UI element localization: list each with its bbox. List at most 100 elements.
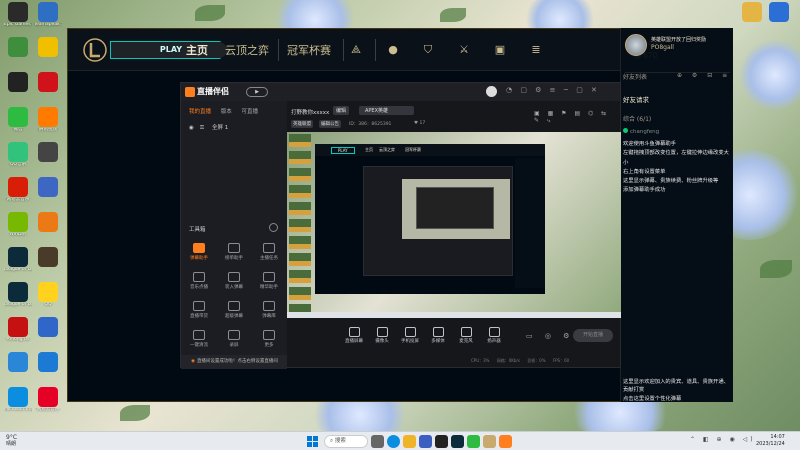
bottom-tool-button[interactable]: 麦克风 xyxy=(451,327,481,344)
tool-button[interactable]: 录屏 xyxy=(219,330,249,348)
desktop-icon[interactable]: 微信 xyxy=(4,107,32,133)
tool-button[interactable]: 超级弹幕 xyxy=(219,301,249,319)
user-avatar[interactable] xyxy=(486,86,497,97)
desktop-icon[interactable] xyxy=(34,247,62,268)
desktop-icon[interactable]: Among Us xyxy=(4,317,32,343)
clock[interactable]: 14:07 2023/12/24 xyxy=(756,434,785,447)
bottom-tool-button[interactable]: 手机投屏 xyxy=(395,327,425,344)
tool-button[interactable]: 弹幕助手 xyxy=(184,243,214,261)
play-button[interactable]: PLAY xyxy=(110,41,232,59)
window-controls[interactable]: ◔ ▢ ⚙ ≡ ─ ▢ ✕ xyxy=(506,86,600,94)
lol-taskbar-icon[interactable] xyxy=(451,435,464,448)
friend-name[interactable]: changfeng xyxy=(623,128,659,135)
profile-icon[interactable]: ● xyxy=(385,42,401,58)
desktop-icon[interactable]: 网易云音乐 xyxy=(4,177,32,203)
bottom-tool-button[interactable]: 摄像头 xyxy=(367,327,397,344)
tab-version[interactable]: 版本 xyxy=(221,109,232,115)
tool-button[interactable]: 音乐点播 xyxy=(184,272,214,290)
bottom-tool-button[interactable]: 扬声器 xyxy=(479,327,509,344)
extra-controls[interactable]: ▭ ◎ ⚙ xyxy=(526,332,574,340)
lock-icon[interactable]: ⚿ xyxy=(200,125,204,131)
tool-button[interactable]: 弹幕库 xyxy=(254,301,284,319)
tab-clash[interactable]: 冠军杯赛 xyxy=(287,42,331,58)
wechat-icon[interactable] xyxy=(467,435,480,448)
avatar[interactable] xyxy=(625,34,647,56)
edit-title-button[interactable]: 编辑 xyxy=(333,106,350,115)
tool-button[interactable]: 一键清流 xyxy=(184,330,214,348)
room-category[interactable]: 英雄联盟 xyxy=(291,120,313,128)
explorer-icon[interactable] xyxy=(403,435,416,448)
stream-preview[interactable]: PLAY 主页 云顶之弈 冠军杯赛 xyxy=(287,132,621,318)
desktop-icon[interactable]: QQ xyxy=(34,282,62,308)
stream-title[interactable]: 打野教你xxxxx xyxy=(291,108,329,116)
start-live-button[interactable]: 开始直播 xyxy=(573,329,613,342)
tool-icon xyxy=(193,330,205,340)
tray-icons[interactable]: ⌃ ◧ ⊕ ◉ ◁) xyxy=(690,436,756,443)
lol-client-taskbar-icon[interactable] xyxy=(483,435,496,448)
desktop-icon[interactable]: 网易云音乐 xyxy=(34,387,62,413)
tab-my-live[interactable]: 我的直播 xyxy=(189,109,211,115)
bottom-tool-button[interactable]: 直播屏幕 xyxy=(339,327,369,344)
search-box[interactable]: ⌕ 搜索 xyxy=(324,435,368,448)
tool-icon xyxy=(228,301,240,311)
tool-button[interactable]: 直播带货 xyxy=(184,301,214,319)
play-tutorial-button[interactable]: ▶ xyxy=(246,87,268,97)
desktop-icon[interactable] xyxy=(34,177,62,198)
eye-icon[interactable]: ◉ xyxy=(189,125,194,131)
desktop-icon[interactable] xyxy=(34,37,62,58)
toolbar-icons[interactable]: ▣ ▦ ⚑ ▤ ⌬ ⇆ ✎ ⤷ xyxy=(534,110,619,125)
store-app-icon[interactable] xyxy=(419,435,432,448)
missions-icon[interactable]: ≣ xyxy=(528,42,544,58)
desktop-icon[interactable] xyxy=(4,352,32,373)
desktop-icon[interactable] xyxy=(34,212,62,233)
desktop-icon[interactable] xyxy=(34,72,62,93)
desktop-icon[interactable] xyxy=(4,72,32,93)
toolbox-collapse-icon[interactable] xyxy=(269,223,278,232)
tab-home[interactable]: 主页 xyxy=(186,42,208,58)
scene-item[interactable]: ◉ ⚿ 全屏 1 xyxy=(189,123,228,132)
desktop-icon[interactable]: League of Legends xyxy=(4,247,32,273)
friend-requests[interactable]: 好友请求 xyxy=(623,94,649,104)
desktop-icon[interactable]: Epic Games Launcher xyxy=(4,2,32,28)
tab-available[interactable]: 可直播 xyxy=(242,109,259,115)
desktop-icon[interactable] xyxy=(4,37,32,58)
desktop-icon[interactable] xyxy=(34,352,62,373)
epic-icon[interactable] xyxy=(435,435,448,448)
edge-icon[interactable] xyxy=(387,435,400,448)
loot-icon[interactable]: ⚔ xyxy=(456,42,472,58)
task-view-icon[interactable] xyxy=(371,435,384,448)
tool-button[interactable]: 更多 xyxy=(254,330,284,348)
desktop-icon[interactable]: NVIDIA xyxy=(4,212,32,238)
taskbar: 9°C 晴朗 ⌕ 搜索 ⌃ ◧ ⊕ ◉ ◁) 14:07 2023/12/24 xyxy=(0,431,800,450)
start-button-icon[interactable] xyxy=(307,436,318,447)
store-icon[interactable]: ▣ xyxy=(492,42,508,58)
desktop-icon[interactable]: 腾讯视频 xyxy=(34,107,62,133)
footer-line: 这里显示欢迎加入的贵宾、道具、贵族开通、贡献打赏 xyxy=(623,379,729,394)
desktop-icon-label: 微信 xyxy=(13,128,23,132)
bottom-tool-button[interactable]: 多媒体 xyxy=(423,327,453,344)
footer-line[interactable]: 点击这里设置个性化弹幕 xyxy=(623,395,731,403)
tab-tft[interactable]: 云顶之弈 xyxy=(225,42,269,58)
douyu-taskbar-icon[interactable] xyxy=(499,435,512,448)
announcement-button[interactable]: 编辑公告 xyxy=(319,120,341,128)
desktop-icon[interactable]: TeamSpeak 3 Client xyxy=(34,2,62,28)
collection-icon[interactable]: ⛉ xyxy=(420,42,436,58)
message-line: 这里显示弹幕、贵族续费、粉丝牌升级等 xyxy=(623,178,719,185)
weather-widget[interactable]: 9°C 晴朗 xyxy=(6,434,17,447)
tool-button[interactable]: 榜单助手 xyxy=(219,243,249,261)
desktop-icon[interactable]: QQ音乐 xyxy=(4,142,32,168)
desktop-icon[interactable] xyxy=(34,317,62,338)
category-selector[interactable]: APEX英雄 xyxy=(359,106,414,115)
desktop-icon-app[interactable] xyxy=(765,2,793,22)
desktop-icon[interactable]: League of Legends xyxy=(4,282,32,308)
desktop-icon-folder[interactable] xyxy=(738,2,766,22)
desktop-icon[interactable] xyxy=(34,142,62,163)
tool-button[interactable]: 精华助手 xyxy=(254,272,284,290)
tool-button[interactable]: 装入弹幕 xyxy=(219,272,249,290)
lol-logo-icon[interactable] xyxy=(82,37,108,63)
tft-icon[interactable]: ⟁ xyxy=(348,42,364,58)
app-icon xyxy=(38,177,58,197)
group-header[interactable]: 综合 (6/1) xyxy=(623,114,651,123)
desktop-icon[interactable]: Microsoft Edge xyxy=(4,387,32,413)
tool-button[interactable]: 主播任务 xyxy=(254,243,284,261)
